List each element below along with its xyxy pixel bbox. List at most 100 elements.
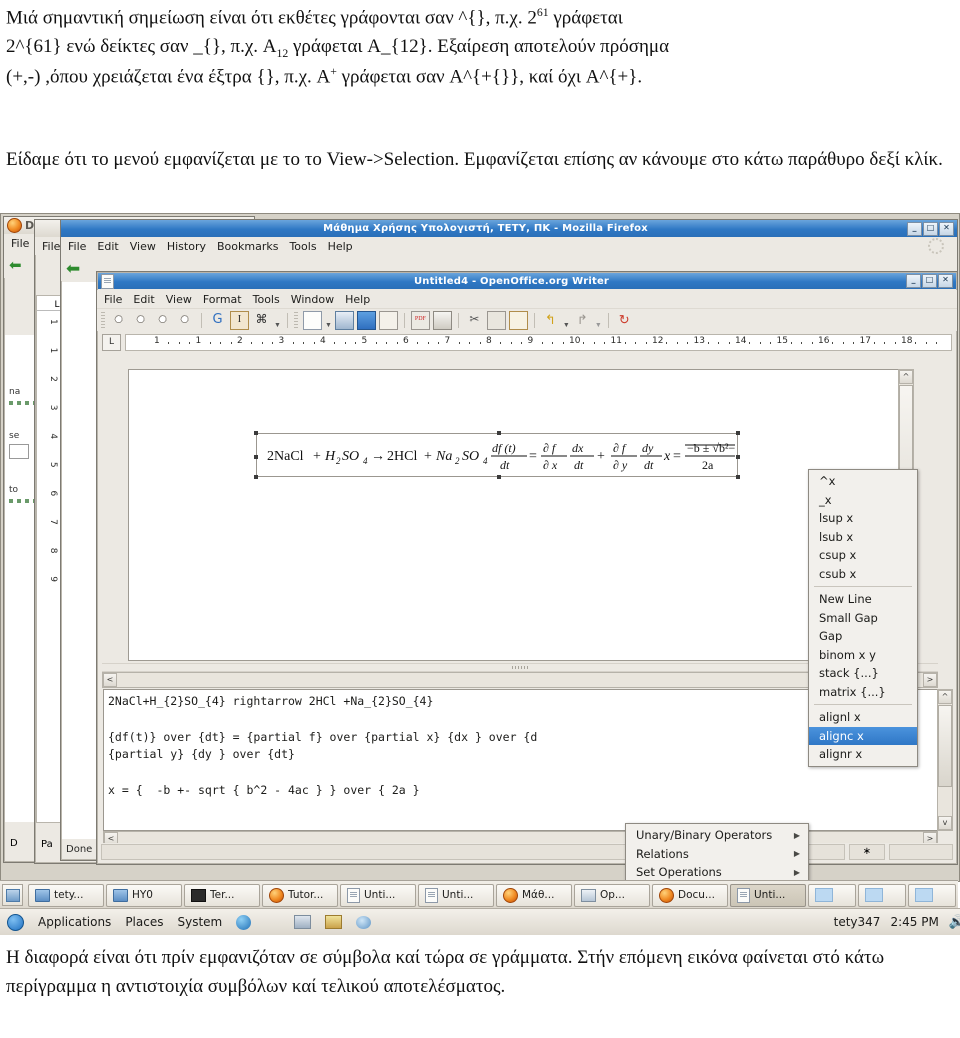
submenu-item-lsup[interactable]: lsup x (809, 509, 917, 528)
menu-format[interactable]: Format (203, 293, 242, 306)
dropdown-arrow-icon[interactable]: ▼ (274, 321, 281, 331)
text-cursor-icon[interactable]: I (230, 310, 249, 330)
menu-item-relations[interactable]: Relations ▶ (626, 845, 808, 864)
menu-file[interactable]: File (42, 240, 60, 253)
submenu-item-small-gap[interactable]: Small Gap (809, 609, 917, 628)
writer-standard-toolbar[interactable]: G I ⌘ ▼ ▼ PDF ✂ ↰ ▼ ↱ ▼ ↻ (97, 308, 957, 331)
submenu-item-csub[interactable]: csub x (809, 565, 917, 584)
menu-help[interactable]: Help (328, 240, 353, 253)
submenu-item-matrix[interactable]: matrix {...} (809, 683, 917, 702)
scroll-up-button[interactable]: ^ (899, 370, 913, 384)
save-icon[interactable] (356, 310, 376, 330)
formula-object[interactable]: 2NaCl + H 2 SO 4 → 2HCl + Na 2 SO 4 df (… (254, 431, 740, 479)
firefox-menubar[interactable]: File Edit View History Bookmarks Tools H… (61, 237, 957, 255)
taskbar-button[interactable]: Μάθ... (496, 883, 572, 907)
close-button[interactable]: ✕ (939, 221, 954, 236)
toolbar-grip[interactable] (101, 312, 105, 328)
maximize-button[interactable]: □ (923, 221, 938, 236)
taskbar-button[interactable]: HY0 (106, 883, 182, 907)
taskbar-button[interactable] (908, 883, 956, 907)
taskbar-button[interactable] (858, 883, 906, 907)
writer-page[interactable]: 2NaCl + H 2 SO 4 → 2HCl + Na 2 SO 4 df (… (128, 369, 914, 662)
taskbar-button[interactable]: tety... (28, 883, 104, 907)
ruler-scale[interactable]: 1 1 2 3 4 5 6 7 8 9 10 11 12 13 14 15 16 17 18 (125, 334, 952, 351)
resize-handle-e[interactable] (736, 455, 740, 459)
firefox-titlebar[interactable]: Μάθημα Χρήσης Υπολογιστή, ΤΕΤΥ, ΠΚ - Moz… (61, 220, 957, 237)
menu-file[interactable]: File (104, 293, 122, 306)
menu-places[interactable]: Places (125, 915, 163, 929)
undo-icon[interactable]: ↰ (541, 311, 560, 330)
submenu-item-sub[interactable]: _x (809, 491, 917, 510)
redo-dropdown-icon[interactable]: ▼ (595, 321, 602, 331)
taskbar-buttons[interactable]: tety... HY0 Ter... Tutor... Unti... Unti... Μά… (0, 881, 958, 909)
menu-applications[interactable]: Applications (38, 915, 111, 929)
new-document-icon[interactable] (302, 310, 322, 330)
menu-edit[interactable]: Edit (97, 240, 118, 253)
scroll-down-button[interactable]: v (938, 816, 952, 830)
submenu-item-alignc[interactable]: alignc x (809, 726, 917, 745)
menu-file[interactable]: File (11, 237, 29, 250)
menu-view[interactable]: View (166, 293, 192, 306)
network-launcher-icon[interactable] (294, 915, 312, 929)
taskbar-button[interactable]: Unti... (418, 883, 494, 907)
window-list-taskbar[interactable]: tety... HY0 Ter... Tutor... Unti... Unti... Μά… (0, 880, 958, 909)
toolbar-grip-2[interactable] (293, 312, 298, 328)
gnome-foot-icon[interactable] (7, 913, 24, 931)
new-dropdown-icon[interactable]: ▼ (325, 321, 332, 331)
submenu-item-alignr[interactable]: alignr x (809, 745, 917, 764)
show-desktop-button[interactable] (2, 884, 23, 906)
volume-icon[interactable]: 🔊 (949, 915, 960, 930)
command-vertical-scrollbar[interactable]: ^ v (937, 689, 953, 831)
menu-window[interactable]: Window (291, 293, 334, 306)
menu-bookmarks[interactable]: Bookmarks (217, 240, 278, 253)
taskbar-button[interactable]: Unti... (730, 883, 806, 907)
menu-edit[interactable]: Edit (133, 293, 154, 306)
resize-handle-s[interactable] (497, 475, 501, 479)
taskbar-button[interactable] (808, 883, 856, 907)
redo-icon[interactable]: ↱ (573, 311, 592, 330)
status-modified-indicator[interactable]: ∗ (849, 844, 885, 860)
username-label[interactable]: tety347 (834, 915, 881, 929)
horizontal-ruler[interactable]: L 1 1 2 3 4 5 6 7 8 9 10 11 12 13 14 15 16 17 18 (102, 334, 952, 351)
email-launcher-icon[interactable] (265, 916, 280, 929)
refresh-icon[interactable]: ↻ (615, 311, 634, 330)
paste-icon[interactable] (508, 310, 528, 330)
bg-a-field[interactable] (9, 444, 29, 459)
scroll-right-button[interactable]: > (923, 673, 937, 687)
writer-titlebar[interactable]: Untitled4 - OpenOffice.org Writer _ □ ✕ (98, 273, 956, 289)
minimize-button[interactable]: _ (906, 274, 921, 288)
menu-item-unary-binary-operators[interactable]: Unary/Binary Operators ▶ (626, 826, 808, 845)
writer-window-buttons[interactable]: _ □ ✕ (906, 274, 953, 288)
taskbar-button[interactable]: Unti... (340, 883, 416, 907)
menu-tools[interactable]: Tools (289, 240, 316, 253)
back-arrow-icon[interactable]: ⬅ (9, 256, 22, 275)
submenu-item-new-line[interactable]: New Line (809, 590, 917, 609)
resize-handle-sw[interactable] (254, 475, 258, 479)
resize-handle-se[interactable] (736, 475, 740, 479)
update-icon[interactable]: G (208, 311, 227, 330)
close-button[interactable]: ✕ (938, 274, 953, 288)
menu-help[interactable]: Help (345, 293, 370, 306)
zoom-fit-icon[interactable] (176, 310, 195, 330)
taskbar-button[interactable]: Tutor... (262, 883, 338, 907)
menu-system[interactable]: System (177, 915, 222, 929)
symbols-icon[interactable]: ⌘ (252, 311, 271, 330)
menu-history[interactable]: History (167, 240, 206, 253)
submenu-item-lsub[interactable]: lsub x (809, 528, 917, 547)
submenu-item-binom[interactable]: binom x y (809, 646, 917, 665)
menu-tools[interactable]: Tools (253, 293, 280, 306)
print-icon[interactable] (432, 310, 452, 330)
zoom-out-icon[interactable] (110, 310, 129, 330)
clock[interactable]: 2:45 PM (890, 915, 938, 929)
formats-submenu[interactable]: ^x _x lsup x lsub x csup x csub x New Li… (808, 469, 918, 767)
submenu-item-stack[interactable]: stack {...} (809, 664, 917, 683)
zoom-100-icon[interactable] (154, 310, 173, 330)
ruler-corner-tabstop[interactable]: L (102, 334, 121, 351)
scroll-left-button[interactable]: < (103, 673, 117, 687)
gnome-panel[interactable]: Applications Places System tety347 2:45 … (0, 908, 960, 935)
submenu-item-sup[interactable]: ^x (809, 472, 917, 491)
submenu-item-csup[interactable]: csup x (809, 546, 917, 565)
taskbar-button[interactable]: Op... (574, 883, 650, 907)
email-icon[interactable] (378, 310, 398, 330)
zoom-in-icon[interactable] (132, 310, 151, 330)
